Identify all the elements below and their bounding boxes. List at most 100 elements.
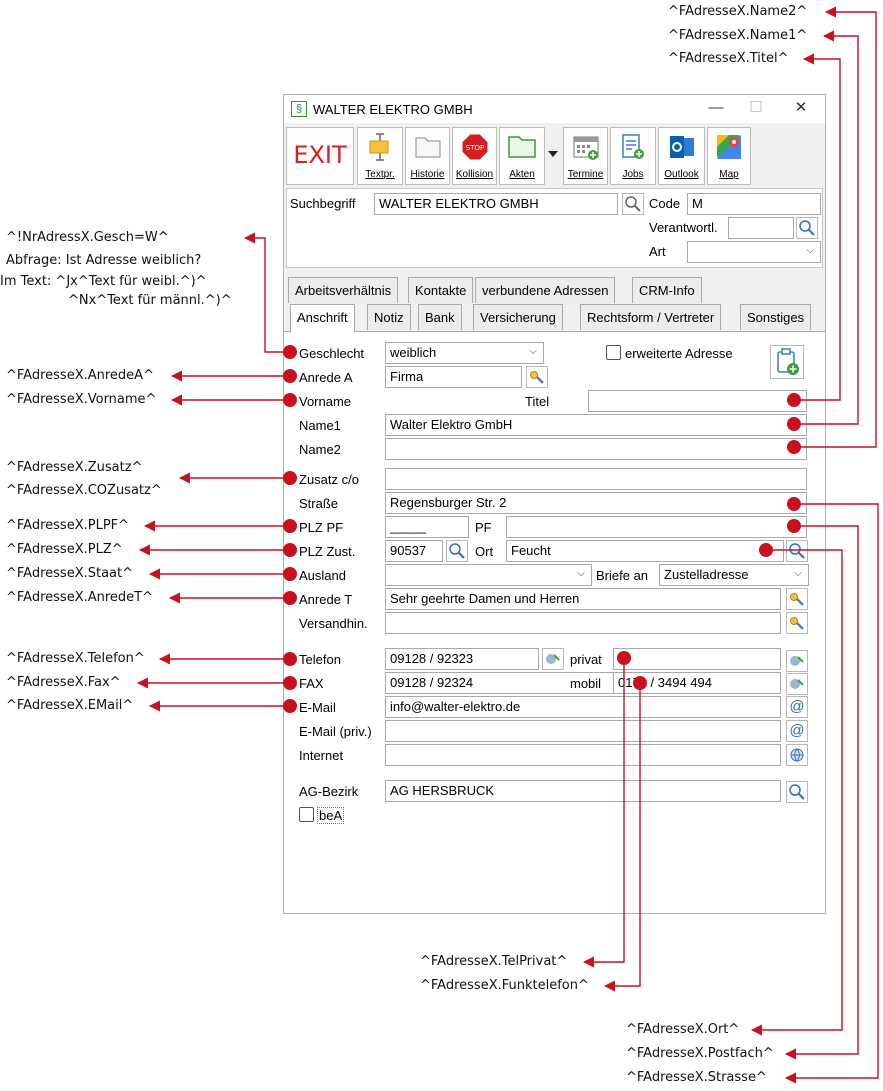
mobil-dial-button[interactable] xyxy=(786,673,808,695)
jobs-button[interactable]: Jobs xyxy=(610,127,656,185)
marker-plzpf xyxy=(283,519,297,533)
outlook-label: Outlook xyxy=(664,169,699,180)
kollision-label: Kollision xyxy=(455,169,494,180)
telefon-input[interactable]: 09128 / 92323 xyxy=(385,648,539,670)
anrede-t-label: Anrede T xyxy=(299,592,353,607)
marker-name2 xyxy=(787,440,801,454)
tab-anschrift[interactable]: Anschrift xyxy=(290,304,355,332)
key-pick-icon xyxy=(790,617,804,630)
titel-input[interactable] xyxy=(588,390,807,412)
tab-crm-info[interactable]: CRM-Info xyxy=(632,277,702,303)
tab-rechtsform[interactable]: Rechtsform / Vertreter xyxy=(580,304,722,330)
strasse-input[interactable]: Regensburger Str. 2 xyxy=(385,492,807,514)
tab-notiz[interactable]: Notiz xyxy=(367,304,411,330)
marker-plz xyxy=(283,543,297,557)
erweitert-checkbox[interactable] xyxy=(606,345,621,360)
anrede-a-input[interactable]: Firma xyxy=(385,366,522,388)
marker-anrede-a xyxy=(283,369,297,383)
tab-sonstiges[interactable]: Sonstiges xyxy=(740,304,812,330)
email-priv-input[interactable] xyxy=(385,720,781,742)
folder-icon xyxy=(415,137,440,158)
code-input[interactable]: M xyxy=(687,193,821,215)
textpr-button[interactable]: Textpr. xyxy=(357,127,403,185)
map-button[interactable]: Map xyxy=(707,127,751,185)
termine-button[interactable]: Termine xyxy=(563,127,608,185)
tab-versicherung[interactable]: Versicherung xyxy=(473,304,563,330)
tab-verbundene-adressen[interactable]: verbundene Adressen xyxy=(475,277,616,303)
name1-label: Name1 xyxy=(299,418,341,433)
tab-bank[interactable]: Bank xyxy=(418,304,462,330)
name2-input[interactable] xyxy=(385,438,807,460)
historie-button[interactable]: Historie xyxy=(405,127,450,185)
marker-postfach xyxy=(787,519,801,533)
geschlecht-select[interactable]: weiblich ⌵ xyxy=(385,342,544,364)
email-priv-send-button[interactable]: @ xyxy=(786,720,808,742)
versand-pick-button[interactable] xyxy=(786,612,808,634)
outlook-icon xyxy=(669,136,694,158)
suchbegriff-label: Suchbegriff xyxy=(290,196,356,211)
annotation-staat: ^FAdresseX.Staat^ xyxy=(6,566,134,581)
art-select[interactable]: ⌵ xyxy=(687,241,821,263)
ort-input[interactable]: Feucht xyxy=(506,540,784,562)
phone-icon xyxy=(790,656,804,666)
pf-input[interactable] xyxy=(506,516,807,538)
marker-name1 xyxy=(787,417,801,431)
suchbegriff-search-button[interactable] xyxy=(622,193,644,215)
vorname-input[interactable] xyxy=(385,390,585,412)
briefe-select[interactable]: Zustelladresse ⌵ xyxy=(659,564,809,586)
maximize-button[interactable]: ☐ xyxy=(742,98,770,120)
task-list-icon xyxy=(622,134,644,159)
versand-label: Versandhin. xyxy=(299,616,368,631)
exit-button[interactable]: EXIT xyxy=(286,127,354,185)
kollision-button[interactable]: STOP Kollision xyxy=(452,127,497,185)
bea-checkbox[interactable] xyxy=(299,807,314,822)
internet-open-button[interactable] xyxy=(786,744,808,766)
anrede-t-input[interactable]: Sehr geehrte Damen und Herren xyxy=(385,588,781,610)
search-icon xyxy=(789,543,805,559)
annotation-anredet: ^FAdresseX.AnredeT^ xyxy=(6,590,154,605)
ort-search-button[interactable] xyxy=(786,540,808,562)
phone-icon xyxy=(546,654,560,664)
akten-dropdown-arrow[interactable] xyxy=(548,151,558,157)
verantwortl-input[interactable] xyxy=(728,217,794,239)
chevron-down-icon: ⌵ xyxy=(794,568,802,579)
telefon-dial-button[interactable] xyxy=(542,648,564,670)
outlook-button[interactable]: Outlook xyxy=(658,127,705,185)
anrede-a-pick-button[interactable] xyxy=(526,366,548,388)
email-input[interactable]: info@walter-elektro.de xyxy=(385,696,781,718)
plzpf-input[interactable]: _____ xyxy=(385,516,469,538)
plz-input[interactable]: 90537 xyxy=(385,540,443,562)
suchbegriff-input[interactable]: WALTER ELEKTRO GMBH xyxy=(374,193,618,215)
name1-input[interactable]: Walter Elektro GmbH xyxy=(385,414,807,436)
pf-label: PF xyxy=(475,520,492,535)
erweitert-label: erweiterte Adresse xyxy=(625,346,733,361)
privat-input[interactable] xyxy=(613,648,781,670)
privat-dial-button[interactable] xyxy=(786,650,808,672)
historie-label: Historie xyxy=(410,169,445,180)
add-address-button[interactable] xyxy=(770,345,804,379)
tab-kontakte[interactable]: Kontakte xyxy=(408,277,474,303)
ag-input[interactable]: AG HERSBRUCK xyxy=(385,780,781,802)
privat-label: privat xyxy=(570,652,602,667)
annotation-strasse: ^FAdresseX.Strasse^ xyxy=(626,1070,767,1085)
tab-arbeitsverhaeltnis[interactable]: Arbeitsverhältnis xyxy=(288,277,399,303)
close-button[interactable]: ✕ xyxy=(787,98,815,120)
calendar-icon xyxy=(573,136,598,160)
plz-search-button[interactable] xyxy=(446,540,468,562)
verantwortl-search-button[interactable] xyxy=(796,217,818,239)
internet-input[interactable] xyxy=(385,744,781,766)
ag-search-button[interactable] xyxy=(786,781,808,803)
app-icon: § xyxy=(291,101,307,117)
email-send-button[interactable]: @ xyxy=(786,696,808,718)
anrede-t-pick-button[interactable] xyxy=(786,588,808,610)
zusatz-input[interactable] xyxy=(385,468,807,490)
annotation-zusatz: ^FAdresseX.Zusatz^ xyxy=(6,460,143,475)
ausland-select[interactable]: ⌵ xyxy=(385,564,592,586)
minimize-button[interactable]: — xyxy=(702,98,730,120)
briefe-label: Briefe an xyxy=(596,568,649,583)
versand-input[interactable] xyxy=(385,612,781,634)
akten-button[interactable]: Akten xyxy=(499,127,545,185)
geschlecht-value: weiblich xyxy=(390,345,437,360)
email-label: E-Mail xyxy=(299,700,336,715)
code-label: Code xyxy=(649,196,681,211)
